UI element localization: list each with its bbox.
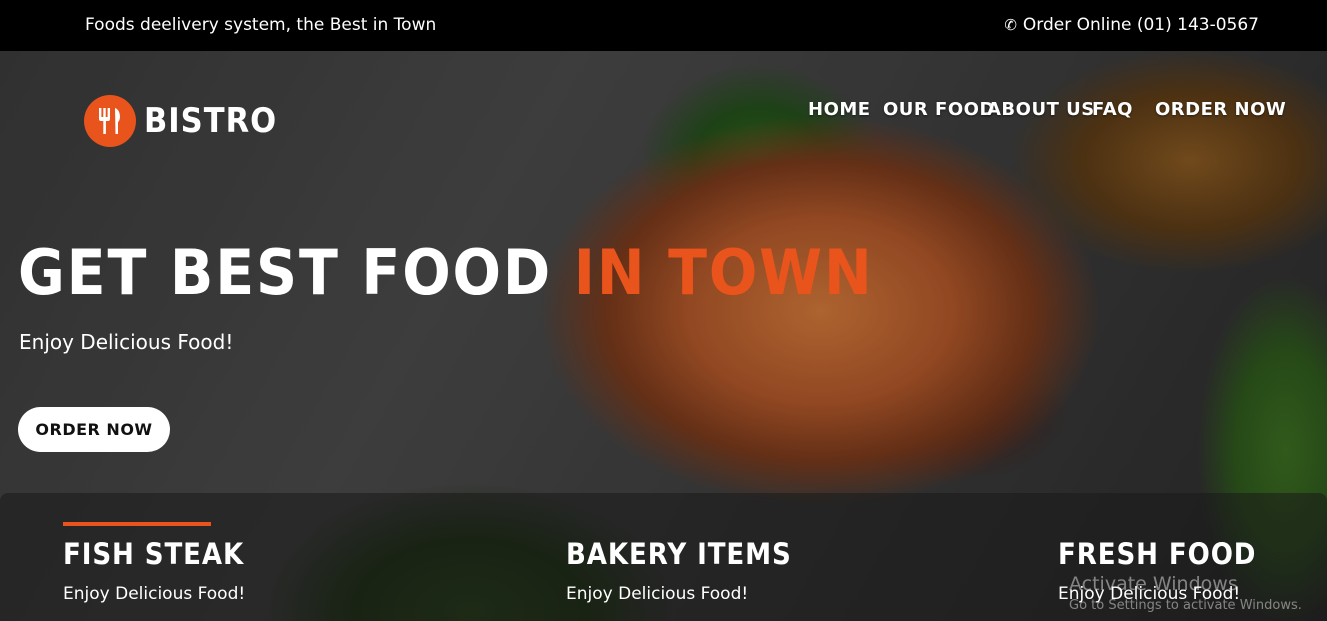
headline-main: GET BEST FOOD bbox=[18, 236, 553, 309]
activate-windows-watermark: Activate Windows Go to Settings to activ… bbox=[1069, 573, 1302, 613]
nav-order-now[interactable]: ORDER NOW bbox=[1155, 99, 1286, 120]
feature-title: BAKERY ITEMS bbox=[566, 537, 792, 571]
nav-faq[interactable]: FAQ bbox=[1092, 99, 1133, 120]
nav-our-food[interactable]: OUR FOOD bbox=[883, 99, 995, 120]
nav-home[interactable]: HOME bbox=[808, 99, 871, 120]
phone-icon: ✆ bbox=[1004, 16, 1017, 34]
fork-knife-icon bbox=[84, 95, 136, 147]
headline-accent: IN TOWN bbox=[573, 236, 874, 309]
top-bar: Foods deelivery system, the Best in Town… bbox=[0, 0, 1327, 51]
hero-subheading: Enjoy Delicious Food! bbox=[19, 330, 234, 354]
feature-text: Enjoy Delicious Food! bbox=[566, 584, 749, 604]
order-online-link[interactable]: ✆ Order Online (01) 143-0567 bbox=[1004, 15, 1259, 35]
feature-text: Enjoy Delicious Food! bbox=[63, 584, 246, 604]
watermark-title: Activate Windows bbox=[1069, 573, 1238, 595]
tagline: Foods deelivery system, the Best in Town bbox=[85, 15, 437, 35]
nav-about-us[interactable]: ABOUT US bbox=[987, 99, 1095, 120]
feature-title: FRESH FOOD bbox=[1058, 537, 1257, 571]
brand-name: BISTRO bbox=[144, 101, 278, 141]
active-indicator-bar bbox=[63, 522, 211, 526]
order-online-text: Order Online (01) 143-0567 bbox=[1022, 15, 1259, 35]
watermark-subtitle: Go to Settings to activate Windows. bbox=[1069, 598, 1302, 613]
feature-title: FISH STEAK bbox=[63, 537, 245, 571]
order-now-button[interactable]: ORDER NOW bbox=[18, 407, 170, 452]
hero-headline: GET BEST FOOD IN TOWN bbox=[18, 236, 874, 309]
